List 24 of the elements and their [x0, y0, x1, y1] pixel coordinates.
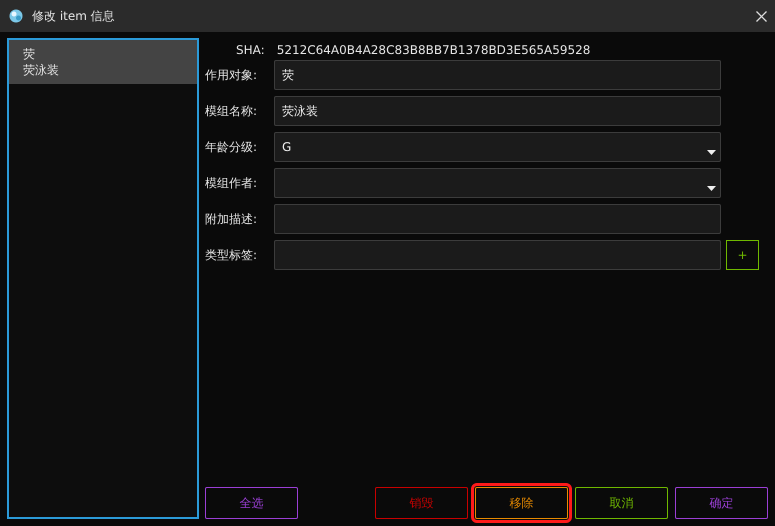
caret-icon	[707, 150, 716, 155]
sha-value: 5212C64A0B4A28C83B8BB7B1378BD3E565A59528	[276, 42, 590, 59]
action-button[interactable]: 确定	[675, 487, 768, 519]
dropdown-field[interactable]	[274, 168, 721, 198]
list-item[interactable]: 荧 荧泳装	[9, 40, 197, 84]
field-label: 年龄分级:	[205, 139, 258, 156]
action-button[interactable]: 取消	[575, 487, 668, 519]
caret-icon	[707, 186, 716, 191]
input-field[interactable]: 荧	[274, 60, 721, 90]
window-title: 修改 item 信息	[32, 8, 115, 25]
action-button[interactable]: 全选	[205, 487, 298, 519]
field-label: 类型标签:	[205, 247, 258, 264]
field-label: 附加描述:	[205, 211, 258, 228]
dropdown-field[interactable]: G	[274, 132, 721, 162]
input-field[interactable]	[274, 204, 721, 234]
field-label: 模组作者:	[205, 175, 258, 192]
field-label: 模组名称:	[205, 103, 258, 120]
tag-field[interactable]	[274, 240, 721, 270]
close-icon[interactable]	[756, 10, 767, 22]
input-field[interactable]: 荧泳装	[274, 96, 721, 126]
add-button[interactable]: +	[726, 240, 759, 270]
sha-label: SHA:	[236, 42, 265, 59]
app-icon	[8, 8, 24, 24]
field-label: 作用对象:	[205, 67, 258, 84]
